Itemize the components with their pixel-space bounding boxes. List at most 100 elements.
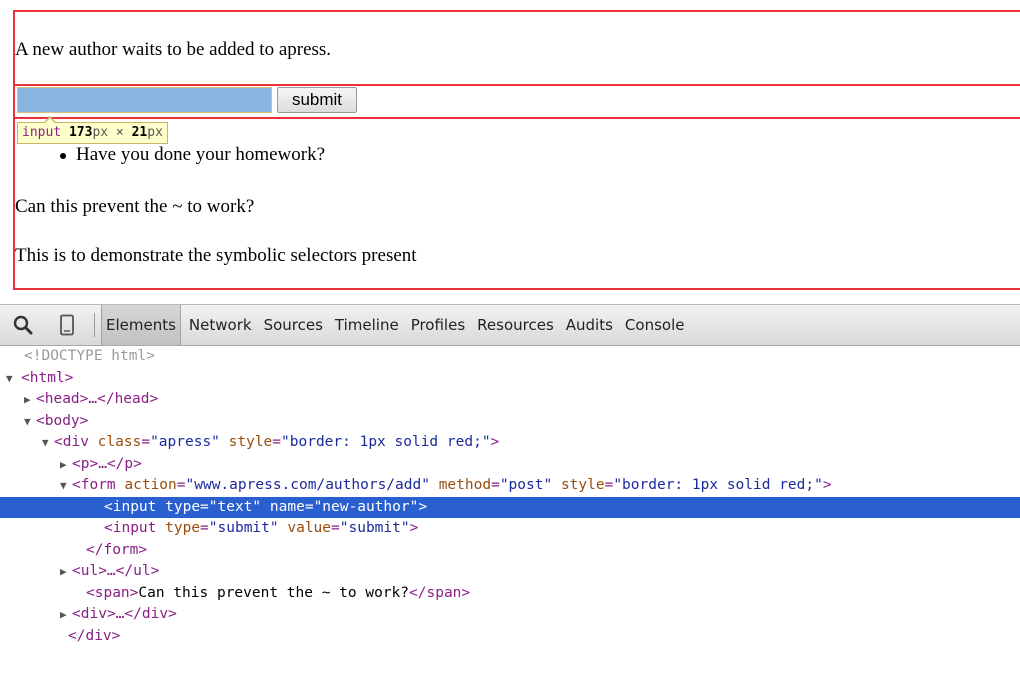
tooltip-times: × — [108, 125, 132, 140]
attr-name: name — [269, 498, 305, 515]
dom-node-form-close[interactable]: </form> — [0, 540, 1020, 562]
tag-bracket: > — [64, 369, 74, 386]
dom-node-div-apress[interactable]: ▼ <div class="apress" style="border: 1px … — [0, 432, 1020, 454]
attr-value: "www.apress.com/authors/add" — [185, 477, 430, 493]
attr-value: "text" — [208, 498, 262, 515]
ellipsis: >…</ — [89, 455, 125, 472]
device-mode-icon[interactable] — [59, 314, 75, 336]
tag-bracket: > — [168, 606, 177, 622]
tag-bracket: < — [21, 369, 30, 386]
tag-name: p — [124, 455, 134, 472]
tag-bracket: > — [461, 584, 471, 601]
attr-value: "submit" — [208, 520, 279, 536]
tooltip-tag: input — [22, 125, 62, 140]
list-item: Have you done your homework? — [15, 143, 325, 167]
tag-bracket: > — [822, 477, 832, 493]
tag-bracket: > — [138, 541, 148, 558]
tag-bracket: > — [150, 563, 160, 579]
tag-bracket: < — [104, 498, 113, 515]
tag-bracket: > — [149, 391, 159, 407]
text-node: Can this prevent the ~ to work? — [138, 584, 410, 601]
tooltip-width-unit: px — [92, 125, 109, 140]
tag-bracket: > — [111, 627, 121, 644]
dom-node-input-text-selected[interactable]: <input type="text" name="new-author"> — [0, 496, 1020, 518]
submit-button[interactable]: submit — [277, 87, 357, 113]
tooltip-width: 173 — [68, 125, 93, 140]
dom-node-html[interactable]: ▼ <html> — [0, 368, 1020, 390]
devtools-toolbar: Elements Network Sources Timeline Profil… — [0, 305, 1020, 346]
dom-node-p[interactable]: ▶ <p>…</p> — [0, 454, 1020, 476]
dom-node-input-submit[interactable]: <input type="submit" value="submit"> — [0, 518, 1020, 540]
attr-name: method — [438, 477, 492, 493]
expanded-triangle-icon[interactable]: ▼ — [42, 432, 54, 454]
attr-name: type — [165, 498, 201, 515]
dom-node-div-close[interactable]: </div> — [0, 626, 1020, 648]
tag-bracket: </ — [409, 584, 427, 601]
tag-name: span — [94, 584, 130, 601]
tag-name: div — [80, 606, 107, 622]
collapsed-triangle-icon[interactable]: ▶ — [60, 561, 72, 583]
expanded-triangle-icon[interactable]: ▼ — [24, 411, 36, 433]
tab-timeline[interactable]: Timeline — [331, 305, 403, 345]
new-author-input[interactable] — [17, 87, 272, 113]
tag-name: div — [141, 606, 169, 622]
dom-node-div[interactable]: ▶ <div>…</div> — [0, 604, 1020, 626]
tab-sources[interactable]: Sources — [260, 305, 327, 345]
tag-name: body — [44, 412, 80, 429]
dom-node-body[interactable]: ▼ <body> — [0, 411, 1020, 433]
tab-network[interactable]: Network — [185, 305, 256, 345]
tag-bracket: < — [72, 563, 81, 579]
devtools-panel: Elements Network Sources Timeline Profil… — [0, 304, 1020, 680]
toolbar-separator — [94, 313, 95, 337]
tab-profiles[interactable]: Profiles — [407, 305, 469, 345]
dom-node-form[interactable]: ▼ <form action="www.apress.com/authors/ad… — [0, 475, 1020, 497]
tag-name: div — [62, 434, 89, 450]
devtools-tabs: Elements Network Sources Timeline Profil… — [101, 305, 692, 345]
element-size-tooltip: input 173px × 21px — [17, 116, 168, 144]
tag-name: head — [44, 391, 80, 407]
bullet-list: Have you done your homework? — [15, 143, 325, 167]
tab-elements[interactable]: Elements — [101, 305, 181, 345]
tag-bracket: > — [133, 455, 142, 472]
tab-resources[interactable]: Resources — [473, 305, 558, 345]
tag-name: head — [114, 391, 150, 407]
attr-value: "apress" — [150, 434, 220, 450]
tag-bracket: < — [86, 584, 95, 601]
tag-name: span — [426, 584, 462, 601]
tag-bracket: > — [490, 434, 500, 450]
tag-bracket: </ — [68, 627, 86, 644]
tooltip-height: 21 — [131, 125, 148, 140]
collapsed-triangle-icon[interactable]: ▶ — [24, 389, 36, 411]
attr-name: value — [287, 520, 332, 536]
tag-bracket: < — [36, 391, 45, 407]
dom-node-doctype[interactable]: <!DOCTYPE html> — [0, 346, 1020, 368]
ellipsis: >…</ — [106, 606, 142, 622]
tag-name: form — [80, 477, 116, 493]
tag-bracket: > — [409, 520, 419, 536]
dom-node-span[interactable]: <span>Can this prevent the ~ to work?</s… — [0, 583, 1020, 605]
demo-paragraph: This is to demonstrate the symbolic sele… — [15, 245, 417, 266]
ellipsis: >…</ — [79, 391, 115, 407]
search-icon[interactable] — [12, 314, 34, 336]
collapsed-triangle-icon[interactable]: ▶ — [60, 604, 72, 626]
tag-name: ul — [133, 563, 151, 579]
tab-audits[interactable]: Audits — [562, 305, 617, 345]
dom-node-head[interactable]: ▶ <head>…</head> — [0, 389, 1020, 411]
dom-node-ul[interactable]: ▶ <ul>…</ul> — [0, 561, 1020, 583]
attr-value: "border: 1px solid red;" — [281, 434, 491, 450]
elements-tree: <!DOCTYPE html> ▼ <html> ▶ <head>…</head> … — [0, 346, 1020, 647]
expanded-triangle-icon[interactable]: ▼ — [6, 368, 18, 390]
tag-name: div — [85, 627, 112, 644]
collapsed-triangle-icon[interactable]: ▶ — [60, 454, 72, 476]
attr-name: class — [97, 434, 142, 450]
tag-name: input — [112, 520, 157, 536]
attr-value: "border: 1px solid red;" — [613, 477, 823, 493]
attr-value: "new-author" — [313, 498, 419, 515]
tag-bracket: < — [36, 412, 45, 429]
tag-bracket: </ — [86, 541, 104, 558]
expanded-triangle-icon[interactable]: ▼ — [60, 475, 72, 497]
tag-bracket: < — [104, 520, 113, 536]
tab-console[interactable]: Console — [621, 305, 689, 345]
tag-bracket: < — [72, 606, 81, 622]
attr-value: "post" — [499, 477, 553, 493]
